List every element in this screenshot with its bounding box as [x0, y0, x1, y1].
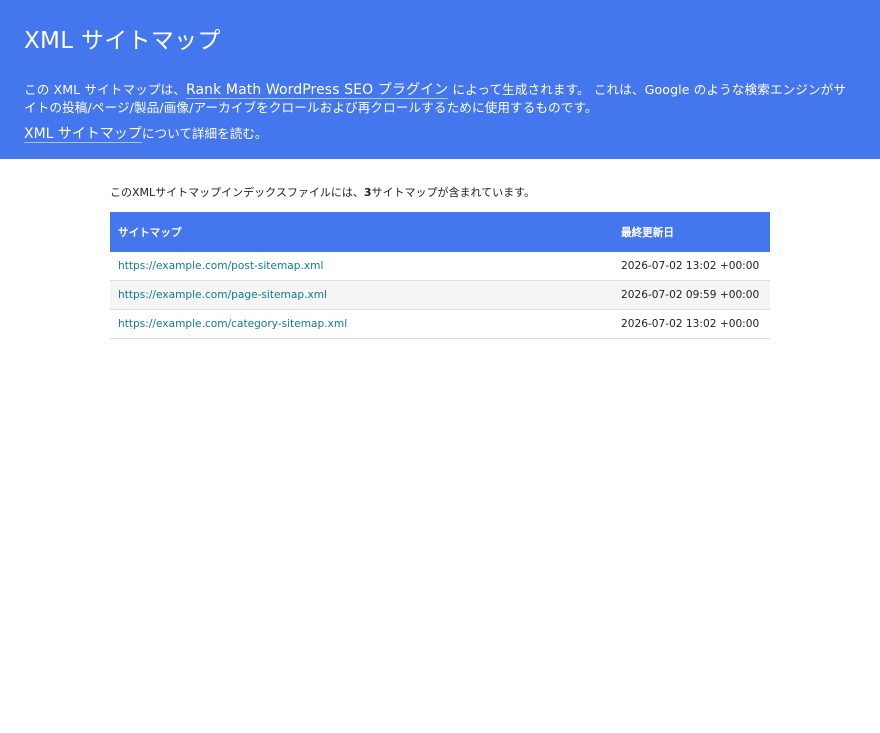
column-header-last-modified: 最終更新日 [613, 212, 770, 252]
sitemap-table: サイトマップ 最終更新日 https://example.com/post-si… [110, 212, 770, 339]
table-row: https://example.com/page-sitemap.xml 202… [110, 280, 770, 310]
table-header-row: サイトマップ 最終更新日 [110, 212, 770, 252]
last-modified-cell: 2026-07-02 13:02 +00:00 [613, 252, 770, 281]
rank-math-link[interactable]: Rank Math WordPress SEO プラグイン [185, 82, 449, 99]
sitemap-cell: https://example.com/page-sitemap.xml [110, 280, 613, 310]
sitemap-cell: https://example.com/post-sitemap.xml [110, 252, 613, 281]
learn-more-suffix: について詳細を読む。 [141, 126, 268, 141]
intro-text: この XML サイトマップは、Rank Math WordPress SEO プ… [24, 81, 856, 117]
table-row: https://example.com/post-sitemap.xml 202… [110, 252, 770, 281]
page-title: XML サイトマップ [24, 28, 221, 54]
column-header-sitemap: サイトマップ [110, 212, 613, 252]
main-content: このXMLサイトマップインデックスファイルには、3サイトマップが含まれています。… [110, 159, 770, 339]
table-row: https://example.com/category-sitemap.xml… [110, 309, 770, 339]
page-header: XML サイトマップ この XML サイトマップは、Rank Math Word… [0, 0, 880, 159]
sitemap-link[interactable]: https://example.com/category-sitemap.xml [118, 318, 347, 330]
sitemap-link[interactable]: https://example.com/page-sitemap.xml [118, 289, 327, 301]
sitemap-cell: https://example.com/category-sitemap.xml [110, 309, 613, 339]
last-modified-cell: 2026-07-02 13:02 +00:00 [613, 309, 770, 339]
sitemap-link[interactable]: https://example.com/post-sitemap.xml [118, 260, 323, 272]
summary-suffix: サイトマップが含まれています。 [371, 186, 536, 199]
last-modified-cell: 2026-07-02 09:59 +00:00 [613, 280, 770, 310]
sitemap-count-summary: このXMLサイトマップインデックスファイルには、3サイトマップが含まれています。 [110, 185, 770, 201]
intro-prefix: この XML サイトマップは、 [24, 82, 186, 97]
xml-sitemap-info-link[interactable]: XML サイトマップ [24, 126, 142, 143]
summary-prefix: このXMLサイトマップインデックスファイルには、 [110, 186, 364, 199]
learn-more-text: XML サイトマップについて詳細を読む。 [24, 125, 856, 143]
